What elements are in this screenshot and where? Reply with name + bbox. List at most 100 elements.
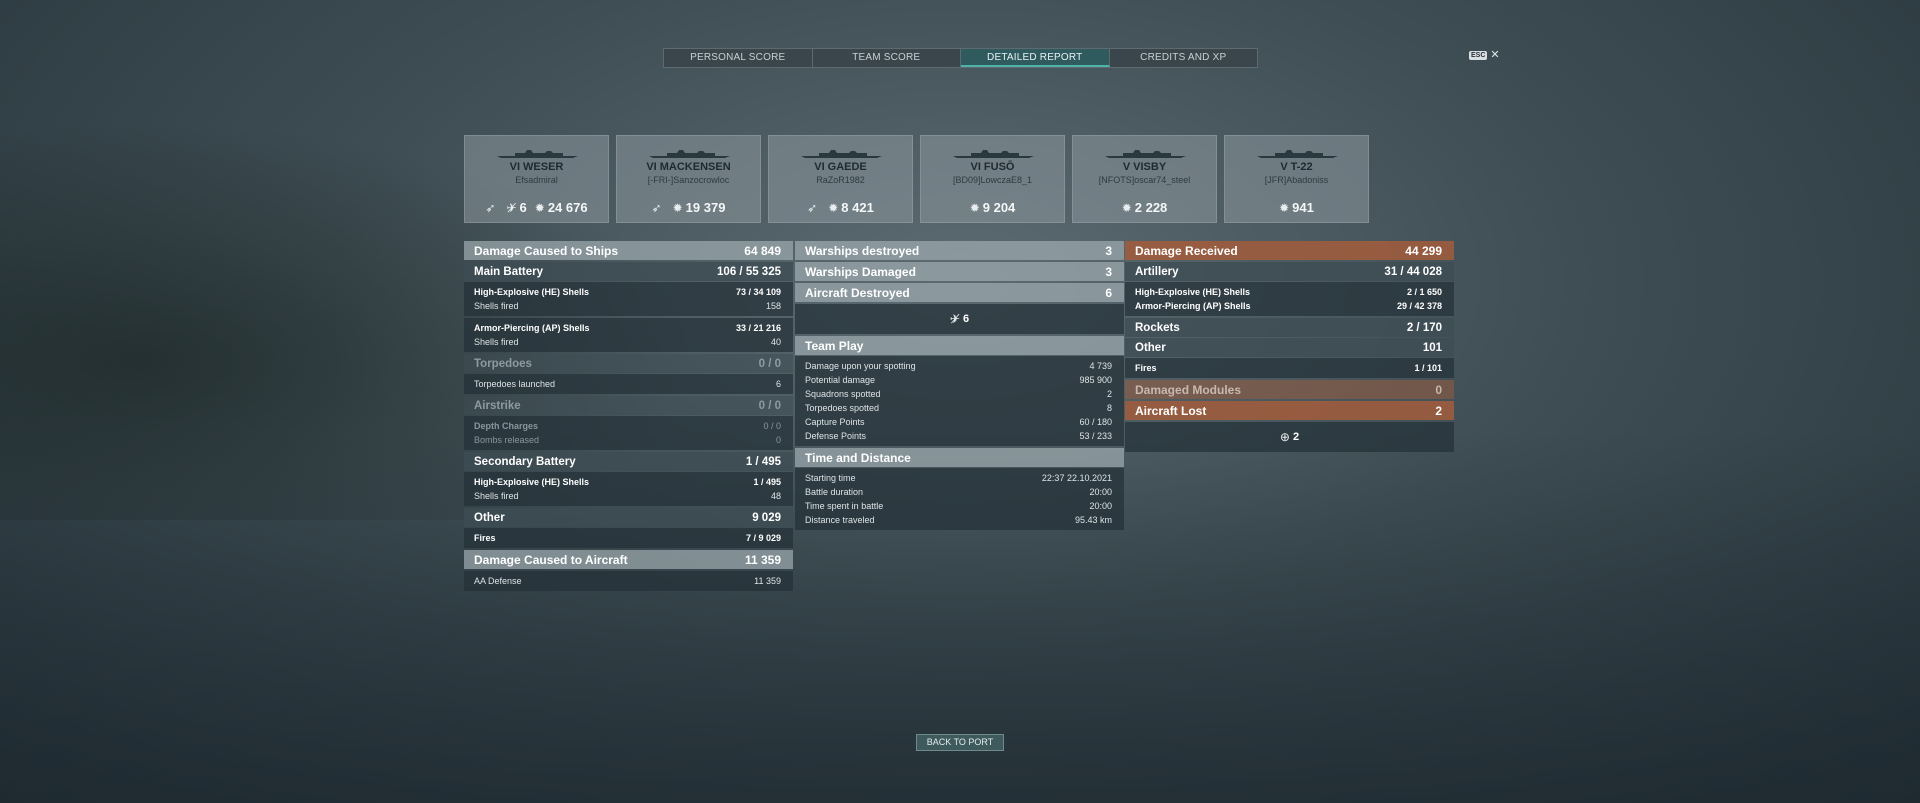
time-distance-row: Starting time 22:37 22.10.2021 (805, 473, 1112, 483)
card-stat: ➶ (485, 201, 498, 215)
received-fires-row: Fires 1 / 101 (1135, 363, 1442, 373)
other-details: Fires 7 / 9 029 (464, 528, 793, 548)
battle-summary-panel: Warships destroyed 3 Warships Damaged 3 Ai… (795, 241, 1124, 532)
tab-team-score[interactable]: TEAM SCORE (813, 49, 961, 67)
ship-silhouette-icon (649, 150, 730, 158)
plane-destroyed-icon: ✈̸ (506, 200, 517, 215)
airstrike-row: Airstrike 0 / 0 (464, 396, 793, 415)
warships-damaged-row: Warships Damaged 3 (795, 262, 1124, 281)
main-battery-row: Main Battery 106 / 55 325 (464, 262, 793, 281)
ship-tier: VI (509, 161, 521, 173)
card-stat: ✹ 2 228 (1121, 200, 1168, 215)
ship-name: VI FUSŌ (970, 161, 1015, 173)
card-stats: ➶ ✈̸ 6 ✹ 24 676 (465, 200, 608, 215)
player-name: [NFOTS]oscar74_steel (1098, 175, 1191, 185)
ship-silhouette-icon (801, 150, 882, 158)
ship-card: VI GAEDE RaZoR1982 ➶ ✹ 8 421 (768, 135, 913, 223)
card-stats: ✹ 2 228 (1073, 200, 1216, 215)
player-name: [JFR]Abadoniss (1264, 175, 1329, 185)
plane-lost-icon: ⊕ (1279, 430, 1290, 444)
esc-key-hint: ESC (1469, 50, 1488, 60)
aircraft-lost-icons: ⊕ 2 (1125, 422, 1454, 452)
artillery-details: High-Explosive (HE) Shells 2 / 1 650 Armo… (1125, 282, 1454, 316)
ap-shells-fired-row: Shells fired 40 (474, 337, 781, 347)
time-distance-row: Time spent in battle 20:00 (805, 501, 1112, 511)
secondary-details: High-Explosive (HE) Shells 1 / 495 Shells… (464, 472, 793, 506)
time-distance-details: Starting time 22:37 22.10.2021 Battle dura… (795, 468, 1124, 530)
rockets-row: Rockets 2 / 170 (1125, 318, 1454, 337)
ship-name: VI MACKENSEN (646, 161, 731, 173)
tab-detailed-report[interactable]: DETAILED REPORT (961, 49, 1110, 67)
damage-icon: ✹ (969, 200, 980, 215)
received-ap-row: Armor-Piercing (AP) Shells 29 / 42 378 (1135, 301, 1442, 311)
card-stat: ➶ (807, 201, 820, 215)
damage-icon: ✹ (672, 200, 683, 215)
other-damage-row: Other 9 029 (464, 508, 793, 527)
card-stats: ➶ ✹ 8 421 (769, 200, 912, 215)
airstrike-details: Depth Charges 0 / 0 Bombs released 0 (464, 416, 793, 450)
depth-charges-row: Depth Charges 0 / 0 (474, 421, 781, 431)
team-play-row: Potential damage 985 900 (805, 375, 1112, 385)
ship-cards: VI WESER Efsadmiral ➶ ✈̸ 6 ✹ 24 676 VI MACKENS… (464, 135, 1369, 223)
player-name: RaZoR1982 (816, 175, 865, 185)
secondary-battery-row: Secondary Battery 1 / 495 (464, 452, 793, 471)
back-to-port-button[interactable]: BACK TO PORT (916, 734, 1004, 751)
ship-card: VI WESER Efsadmiral ➶ ✈̸ 6 ✹ 24 676 (464, 135, 609, 223)
player-name: Efsadmiral (515, 175, 558, 185)
aircraft-lost-header: Aircraft Lost 2 (1125, 401, 1454, 420)
torpedo-icon: ➶ (807, 200, 818, 215)
received-other-details: Fires 1 / 101 (1125, 358, 1454, 378)
card-stat: ✹ 19 379 (672, 200, 726, 215)
ship-card: VI MACKENSEN [-FRI-]Sanzocrowloc ➶ ✹ 19 379 (616, 135, 761, 223)
card-stat: ✈̸ 6 (506, 200, 527, 215)
damaged-modules-header: Damaged Modules 0 (1125, 380, 1454, 399)
time-distance-row: Battle duration 20:00 (805, 487, 1112, 497)
aircraft-lost-count: 2 (1292, 431, 1300, 443)
ap-details: Armor-Piercing (AP) Shells 33 / 21 216 Sh… (464, 318, 793, 352)
aa-defense-row: AA Defense 11 359 (474, 576, 781, 586)
received-he-row: High-Explosive (HE) Shells 2 / 1 650 (1135, 287, 1442, 297)
torpedo-icon: ➶ (485, 200, 496, 215)
damage-icon: ✹ (1279, 200, 1290, 215)
damage-icon: ✹ (534, 200, 545, 215)
team-play-header: Team Play (795, 336, 1124, 355)
card-stat: ✹ 941 (1279, 200, 1314, 215)
ship-tier: V (1280, 161, 1288, 173)
ship-tier: V (1122, 161, 1131, 173)
card-stat: ✹ 9 204 (969, 200, 1016, 215)
bombs-released-row: Bombs released 0 (474, 435, 781, 445)
card-stat: ✹ 24 676 (534, 200, 588, 215)
damage-caused-ships-header: Damage Caused to Ships 64 849 (464, 241, 793, 260)
ship-tier: VI (970, 161, 981, 173)
ship-silhouette-icon (953, 150, 1034, 158)
damage-received-panel: Damage Received 44 299 Artillery 31 / 44 0… (1125, 241, 1454, 454)
damage-caused-aircraft-header: Damage Caused to Aircraft 11 359 (464, 550, 793, 569)
ship-name: V VISBY (1122, 161, 1167, 173)
torpedoes-row: Torpedoes 0 / 0 (464, 354, 793, 373)
torpedoes-details: Torpedoes launched 6 (464, 374, 793, 394)
damage-received-header: Damage Received 44 299 (1125, 241, 1454, 260)
torpedo-icon: ➶ (651, 200, 662, 215)
team-play-row: Defense Points 53 / 233 (805, 431, 1112, 441)
ship-silhouette-icon (1105, 150, 1186, 158)
damage-icon: ✹ (828, 200, 839, 215)
ship-card: V T-22 [JFR]Abadoniss ✹ 941 (1224, 135, 1369, 223)
tab-personal-score[interactable]: PERSONAL SCORE (664, 49, 813, 67)
torpedoes-launched-row: Torpedoes launched 6 (474, 379, 781, 389)
ship-name: V T-22 (1280, 161, 1313, 173)
warships-destroyed-row: Warships destroyed 3 (795, 241, 1124, 260)
aircraft-destroyed-row: Aircraft Destroyed 6 (795, 283, 1124, 302)
card-stat: ➶ (652, 201, 665, 215)
ship-card: VI FUSŌ [BD09]LowczaE8_1 ✹ 9 204 (920, 135, 1065, 223)
close-icon: ✕ (1490, 49, 1500, 61)
tab-credits-xp[interactable]: CREDITS AND XP (1110, 49, 1258, 67)
artillery-row: Artillery 31 / 44 028 (1125, 262, 1454, 281)
he-shells-fired-row: Shells fired 158 (474, 301, 781, 311)
secondary-fired-row: Shells fired 48 (474, 491, 781, 501)
ship-silhouette-icon (1257, 150, 1338, 158)
secondary-he-row: High-Explosive (HE) Shells 1 / 495 (474, 477, 781, 487)
close-button[interactable]: ESC ✕ (1469, 49, 1500, 61)
team-play-row: Damage upon your spotting 4 739 (805, 361, 1112, 371)
ship-tier: VI (646, 161, 657, 173)
main-battery-details: High-Explosive (HE) Shells 73 / 34 109 Sh… (464, 282, 793, 316)
